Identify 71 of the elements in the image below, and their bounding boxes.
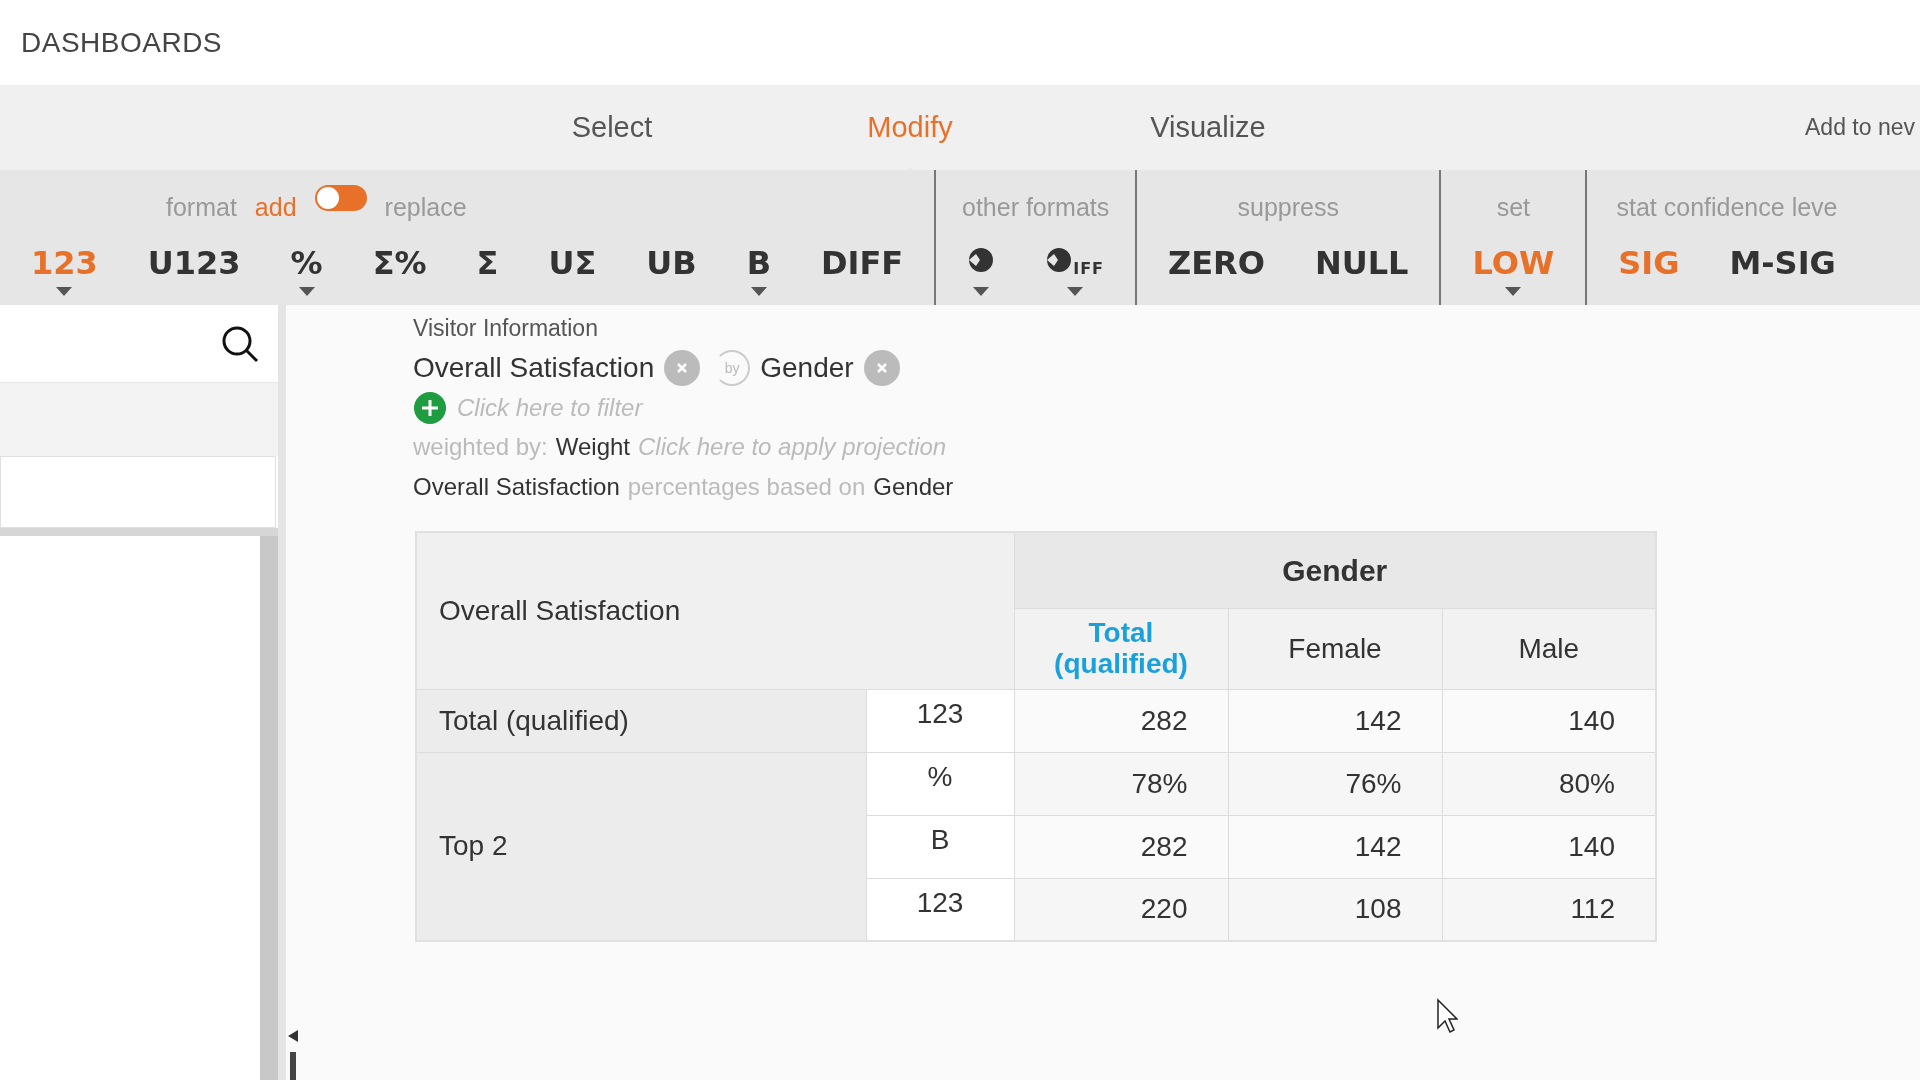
- table-cell: 142: [1228, 689, 1442, 752]
- toolbar-button[interactable]: U123: [122, 228, 266, 292]
- tab[interactable]: Select: [463, 101, 761, 154]
- table-cell: 282: [1014, 815, 1228, 878]
- toolbar-button[interactable]: ZERO: [1143, 228, 1290, 292]
- toolbar-button[interactable]: UΣ: [523, 228, 622, 292]
- group-label: format: [166, 193, 237, 222]
- pie-chart-icon: [1045, 246, 1074, 274]
- caret-icon: [750, 287, 767, 296]
- close-icon: [676, 362, 689, 374]
- input-field[interactable]: [0, 456, 276, 528]
- table-cell: 220: [1014, 878, 1228, 941]
- source-name: Visitor Information: [413, 315, 599, 343]
- toolbar-button[interactable]: DIFF: [796, 228, 929, 292]
- toolbar-button[interactable]: IFF: [1020, 228, 1130, 292]
- add-icon: [413, 391, 447, 425]
- add-to-new-link[interactable]: Add to nev: [1800, 114, 1920, 141]
- toggle-label: replace: [384, 193, 467, 222]
- variable-name: Overall Satisfaction: [413, 352, 655, 384]
- group-label: other formats: [962, 193, 1110, 222]
- toolbar-button[interactable]: Σ%: [347, 228, 452, 292]
- group-label: suppress: [1237, 193, 1339, 222]
- close-icon: [875, 362, 888, 374]
- caret-icon: [1505, 287, 1522, 296]
- caret-icon: [298, 287, 315, 296]
- column-variable: Gender: [873, 473, 954, 501]
- remove-button[interactable]: [863, 350, 900, 386]
- table-cell: 76%: [1228, 752, 1442, 815]
- caret-icon: [973, 287, 990, 296]
- toggle-label: add: [254, 193, 297, 222]
- scrollbar[interactable]: [260, 536, 278, 1080]
- format-cell: B: [866, 815, 1014, 878]
- toolbar-button[interactable]: UB: [621, 228, 722, 292]
- column-header: Female: [1228, 608, 1442, 689]
- cursor-icon: [1436, 998, 1458, 1034]
- group-label: set: [1496, 193, 1531, 222]
- column-group-header: Gender: [1014, 532, 1656, 609]
- table-cell: 108: [1228, 878, 1442, 941]
- row-label: Total (qualified): [416, 689, 866, 752]
- format-cell: %: [866, 752, 1014, 815]
- format-cell: 123: [866, 878, 1014, 941]
- table-cell: 282: [1014, 689, 1228, 752]
- toolbar-button[interactable]: NULL: [1289, 228, 1434, 292]
- table-cell: 80%: [1442, 752, 1656, 815]
- table-cell: 78%: [1014, 752, 1228, 815]
- collapse-icon: [288, 1030, 298, 1042]
- variable-name: Gender: [760, 352, 854, 384]
- pie-chart-icon: [967, 246, 996, 274]
- caret-icon: [56, 287, 73, 296]
- row-variable: Overall Satisfaction: [413, 473, 620, 501]
- toolbar-button[interactable]: %: [265, 228, 348, 292]
- remove-button[interactable]: [664, 350, 701, 386]
- splitter-handle[interactable]: [290, 1052, 296, 1080]
- weight-label: weighted by:: [413, 433, 548, 461]
- table-cell: 112: [1442, 878, 1656, 941]
- basis-text: percentages based on: [627, 473, 866, 501]
- format-cell: 123: [866, 689, 1014, 752]
- tab[interactable]: Visualize: [1059, 101, 1357, 154]
- group-label: stat confidence leve: [1616, 193, 1838, 222]
- caret-icon: [1066, 287, 1083, 296]
- toolbar-button[interactable]: Σ: [451, 228, 524, 292]
- toolbar-button[interactable]: B: [721, 228, 797, 292]
- row-header: Overall Satisfaction: [416, 532, 1014, 689]
- column-header: Male: [1442, 608, 1656, 689]
- row-label: Top 2: [416, 752, 866, 941]
- weight-value: Weight: [555, 433, 631, 461]
- toolbar-button[interactable]: M-SIG: [1704, 228, 1861, 292]
- table-cell: 142: [1228, 815, 1442, 878]
- add-replace-toggle[interactable]: [314, 185, 367, 211]
- column-header: Total (qualified): [1014, 608, 1228, 689]
- page-title: DASHBOARDS: [21, 26, 223, 59]
